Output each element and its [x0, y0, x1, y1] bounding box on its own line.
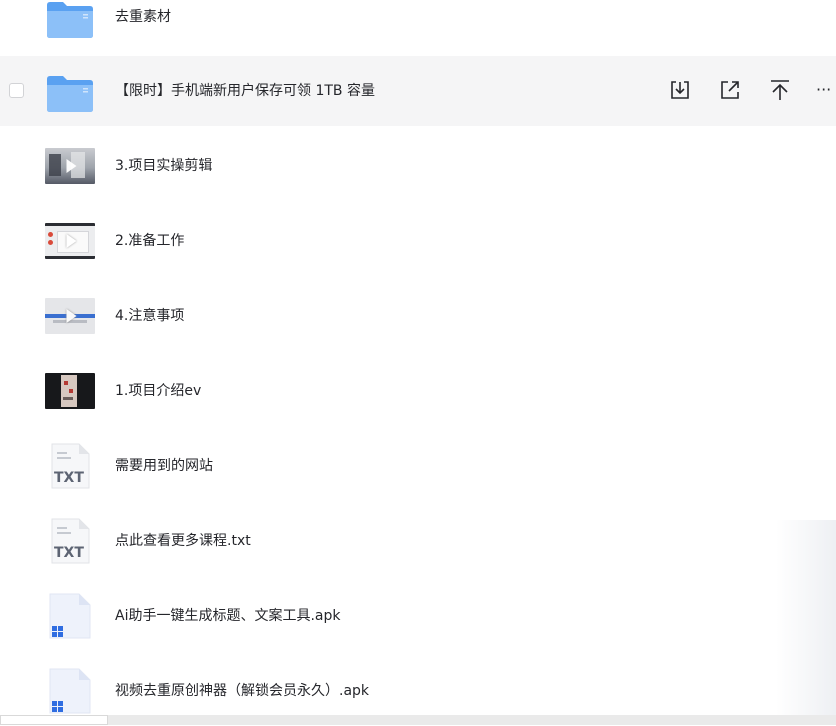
play-icon — [66, 159, 77, 173]
list-item[interactable]: 去重素材 — [0, 0, 836, 52]
folder-icon — [45, 0, 95, 38]
video-thumbnail — [45, 298, 95, 334]
txt-file-icon: TXT — [49, 442, 91, 490]
horizontal-scrollbar[interactable] — [0, 715, 836, 725]
apk-file-icon — [47, 592, 93, 640]
play-icon — [66, 309, 77, 323]
apk-file-icon — [47, 667, 93, 715]
file-name: Ai助手一键生成标题、文案工具.apk — [115, 608, 341, 624]
list-item[interactable]: TXT 点此查看更多课程.txt — [0, 506, 836, 576]
row-actions: ··· — [636, 56, 836, 126]
file-name: 【限时】手机端新用户保存可领 1TB 容量 — [115, 83, 375, 99]
txt-label: TXT — [54, 545, 84, 561]
more-icon[interactable]: ··· — [816, 78, 836, 102]
list-item[interactable]: 3.项目实操剪辑 — [0, 131, 836, 201]
row-checkbox[interactable] — [9, 83, 24, 98]
list-item[interactable]: TXT 需要用到的网站 — [0, 431, 836, 501]
txt-file-icon: TXT — [49, 517, 91, 565]
list-item[interactable]: 2.准备工作 — [0, 206, 836, 276]
folder-icon — [45, 73, 95, 112]
list-item[interactable]: 4.注意事项 — [0, 281, 836, 351]
video-thumbnail — [45, 223, 95, 259]
video-thumbnail — [45, 373, 95, 409]
upload-top-icon[interactable] — [768, 78, 792, 102]
download-icon[interactable] — [668, 78, 692, 102]
file-name: 2.准备工作 — [115, 233, 185, 249]
txt-label: TXT — [54, 470, 84, 486]
file-name: 1.项目介绍ev — [115, 383, 202, 399]
video-thumbnail — [45, 148, 95, 184]
list-item[interactable]: Ai助手一键生成标题、文案工具.apk — [0, 581, 836, 651]
file-name: 需要用到的网站 — [115, 458, 213, 474]
file-name: 4.注意事项 — [115, 308, 185, 324]
list-item[interactable]: 【限时】手机端新用户保存可领 1TB 容量 ··· — [0, 56, 836, 126]
file-name: 点此查看更多课程.txt — [115, 533, 251, 549]
file-name: 3.项目实操剪辑 — [115, 158, 213, 174]
file-name: 去重素材 — [115, 9, 171, 25]
share-icon[interactable] — [718, 78, 742, 102]
play-icon — [66, 234, 77, 248]
list-item[interactable]: 1.项目介绍ev — [0, 356, 836, 426]
scrollbar-thumb[interactable] — [0, 715, 108, 725]
